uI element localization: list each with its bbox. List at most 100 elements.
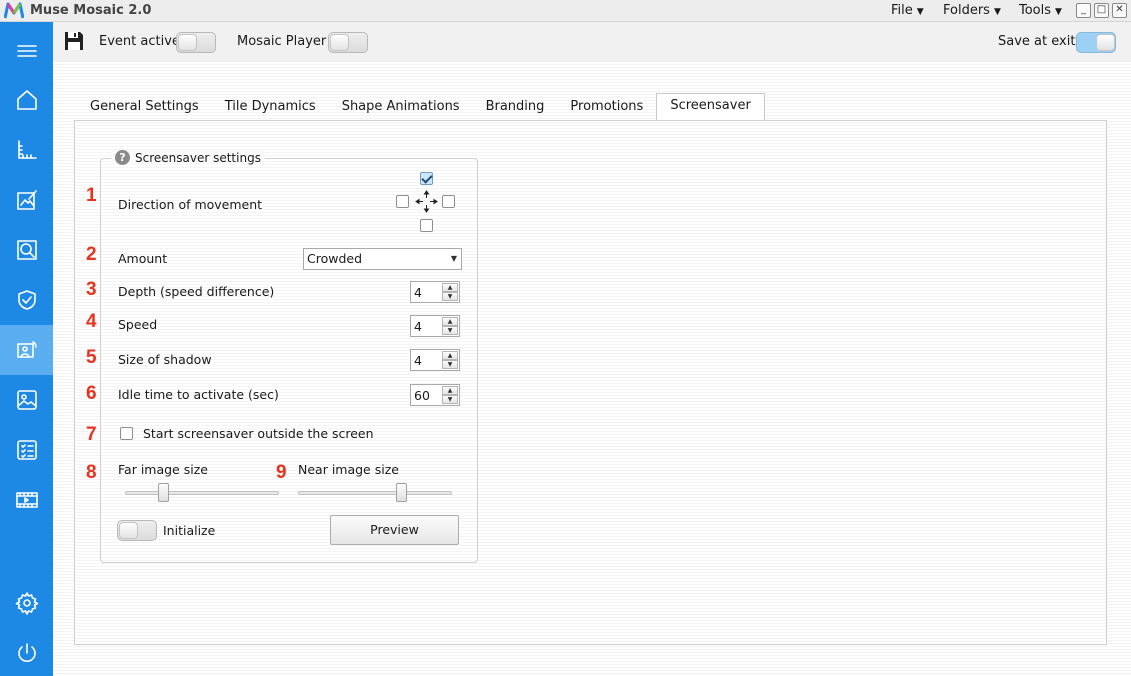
step-number-6: 6 [86, 383, 97, 404]
maximize-button[interactable]: □ [1094, 3, 1109, 18]
idle-spinbox[interactable]: 60 ▲ ▼ [410, 384, 460, 406]
search-image-icon [16, 240, 37, 260]
app-logo-icon [4, 2, 24, 19]
sidebar-item-screensaver[interactable] [0, 325, 53, 375]
spin-up-button[interactable]: ▲ [442, 386, 458, 395]
sidebar [0, 22, 53, 676]
sidebar-item-settings[interactable] [0, 578, 53, 628]
content-area: General Settings Tile Dynamics Shape Ani… [53, 62, 1131, 676]
shadow-spinbox[interactable]: 4 ▲ ▼ [410, 349, 460, 371]
direction-right-checkbox[interactable] [442, 195, 455, 208]
sidebar-item-images[interactable] [0, 375, 53, 425]
step-number-2: 2 [86, 244, 97, 265]
shield-icon [17, 290, 36, 310]
tab-branding[interactable]: Branding [473, 93, 558, 120]
screensaver-icon [16, 341, 37, 358]
sidebar-item-layout[interactable] [0, 125, 53, 175]
spin-down-button[interactable]: ▼ [442, 395, 458, 404]
amount-label: Amount [118, 251, 168, 266]
edit-image-icon [16, 190, 37, 210]
idle-label: Idle time to activate (sec) [118, 387, 279, 402]
spin-down-button[interactable]: ▼ [442, 360, 458, 369]
spin-up-button[interactable]: ▲ [442, 283, 458, 292]
menu-folders-label: Folders [943, 3, 990, 18]
menu-file-label: File [891, 3, 913, 18]
spin-buttons: ▲ ▼ [442, 317, 458, 335]
spin-up-button[interactable]: ▲ [442, 351, 458, 360]
depth-value: 4 [414, 285, 422, 300]
spin-down-button[interactable]: ▼ [442, 292, 458, 301]
save-at-exit-label: Save at exit [998, 34, 1076, 49]
tab-promotions[interactable]: Promotions [557, 93, 656, 120]
toolbar: Event active Mosaic Player Save at exit [53, 22, 1131, 62]
depth-spinbox[interactable]: 4 ▲ ▼ [410, 281, 460, 303]
sidebar-item-edit[interactable] [0, 175, 53, 225]
shadow-value: 4 [414, 353, 422, 368]
film-icon [15, 492, 38, 508]
toggle-knob [178, 34, 197, 51]
spin-buttons: ▲ ▼ [442, 283, 458, 301]
app-title: Muse Mosaic 2.0 [30, 3, 152, 18]
menu-tools-label: Tools [1019, 3, 1052, 18]
menu-icon [16, 45, 37, 57]
step-number-8: 8 [86, 462, 97, 483]
initialize-label: Initialize [163, 523, 216, 538]
direction-up-checkbox[interactable] [420, 172, 433, 185]
near-size-slider-thumb[interactable] [395, 483, 407, 502]
spin-up-button[interactable]: ▲ [442, 317, 458, 326]
sidebar-menu-button[interactable] [0, 26, 53, 76]
spin-buttons: ▲ ▼ [442, 351, 458, 369]
toggle-knob [330, 34, 349, 51]
save-at-exit-toggle[interactable] [1076, 32, 1116, 53]
sidebar-item-search[interactable] [0, 225, 53, 275]
menu-folders[interactable]: Folders ▼ [943, 3, 1001, 18]
start-outside-checkbox[interactable] [120, 427, 133, 440]
direction-left-checkbox[interactable] [396, 195, 409, 208]
sidebar-item-security[interactable] [0, 275, 53, 325]
event-active-label: Event active [99, 34, 180, 49]
save-icon[interactable] [63, 30, 85, 52]
sidebar-item-video[interactable] [0, 475, 53, 525]
event-active-toggle[interactable] [176, 32, 216, 53]
sidebar-item-home[interactable] [0, 75, 53, 125]
mosaic-player-label: Mosaic Player [237, 34, 327, 49]
spin-down-button[interactable]: ▼ [442, 326, 458, 335]
speed-label: Speed [118, 317, 158, 332]
mosaic-player-toggle[interactable] [328, 32, 368, 53]
title-bar: Muse Mosaic 2.0 File ▼ Folders ▼ Tools ▼ _ … [0, 0, 1131, 22]
menu-tools[interactable]: Tools ▼ [1019, 3, 1062, 18]
toggle-knob [1096, 34, 1115, 51]
far-size-slider[interactable] [125, 491, 279, 495]
checklist-icon [16, 440, 37, 460]
power-icon [17, 643, 36, 662]
step-number-4: 4 [86, 311, 97, 332]
group-title: ? Screensaver settings [111, 150, 265, 165]
tab-general-settings[interactable]: General Settings [77, 93, 212, 120]
tab-tile-dynamics[interactable]: Tile Dynamics [212, 93, 329, 120]
tab-screensaver[interactable]: Screensaver [656, 93, 765, 121]
speed-value: 4 [414, 319, 422, 334]
amount-select[interactable]: Crowded ▼ [303, 248, 462, 270]
sidebar-item-checklist[interactable] [0, 425, 53, 475]
group-title-label: Screensaver settings [135, 150, 261, 165]
minimize-button[interactable]: _ [1076, 3, 1091, 18]
chevron-down-icon: ▼ [1055, 7, 1062, 17]
settings-icon [15, 592, 38, 615]
menu-file[interactable]: File ▼ [891, 3, 924, 18]
near-size-slider[interactable] [298, 491, 452, 495]
direction-down-checkbox[interactable] [420, 219, 433, 232]
toggle-knob [119, 522, 138, 539]
step-number-9: 9 [276, 462, 287, 483]
far-size-slider-thumb[interactable] [158, 483, 169, 502]
close-button[interactable]: ✕ [1112, 3, 1127, 18]
step-number-5: 5 [86, 347, 97, 368]
initialize-toggle[interactable] [117, 520, 157, 541]
help-icon[interactable]: ? [115, 150, 130, 165]
preview-button[interactable]: Preview [330, 515, 459, 545]
spin-buttons: ▲ ▼ [442, 386, 458, 404]
tab-shape-animations[interactable]: Shape Animations [329, 93, 473, 120]
sidebar-item-power[interactable] [0, 628, 53, 676]
direction-label: Direction of movement [118, 197, 263, 212]
speed-spinbox[interactable]: 4 ▲ ▼ [410, 315, 460, 337]
photo-icon [16, 390, 37, 410]
